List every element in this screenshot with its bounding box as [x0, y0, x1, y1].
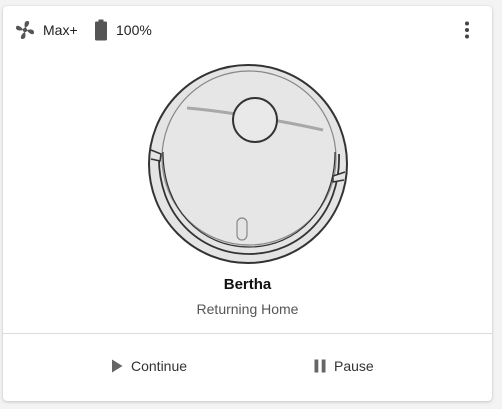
fan-speed-label: Max+ [43, 22, 78, 38]
play-icon [111, 359, 123, 373]
fan-icon [13, 18, 37, 42]
card-header: Max+ 100% [3, 6, 492, 50]
continue-label: Continue [131, 358, 188, 374]
robot-status: Returning Home [196, 301, 299, 317]
robot-name: Bertha [223, 276, 272, 293]
battery-full-icon [94, 19, 108, 41]
pause-icon [314, 359, 326, 373]
more-vertical-icon [464, 21, 470, 44]
battery-status[interactable]: 100% [94, 18, 152, 42]
pause-button[interactable]: Pause [314, 352, 374, 380]
vacuum-card: Max+ 100% Bertha Returning Home Continue… [3, 6, 492, 401]
battery-level-label: 100% [116, 22, 152, 38]
fan-speed-status[interactable]: Max+ [13, 18, 78, 42]
continue-button[interactable]: Continue [111, 352, 187, 380]
robot-vacuum-illustration[interactable] [143, 64, 353, 266]
actions-divider [3, 333, 492, 334]
pause-label: Pause [334, 358, 374, 374]
more-options-button[interactable] [455, 20, 479, 44]
